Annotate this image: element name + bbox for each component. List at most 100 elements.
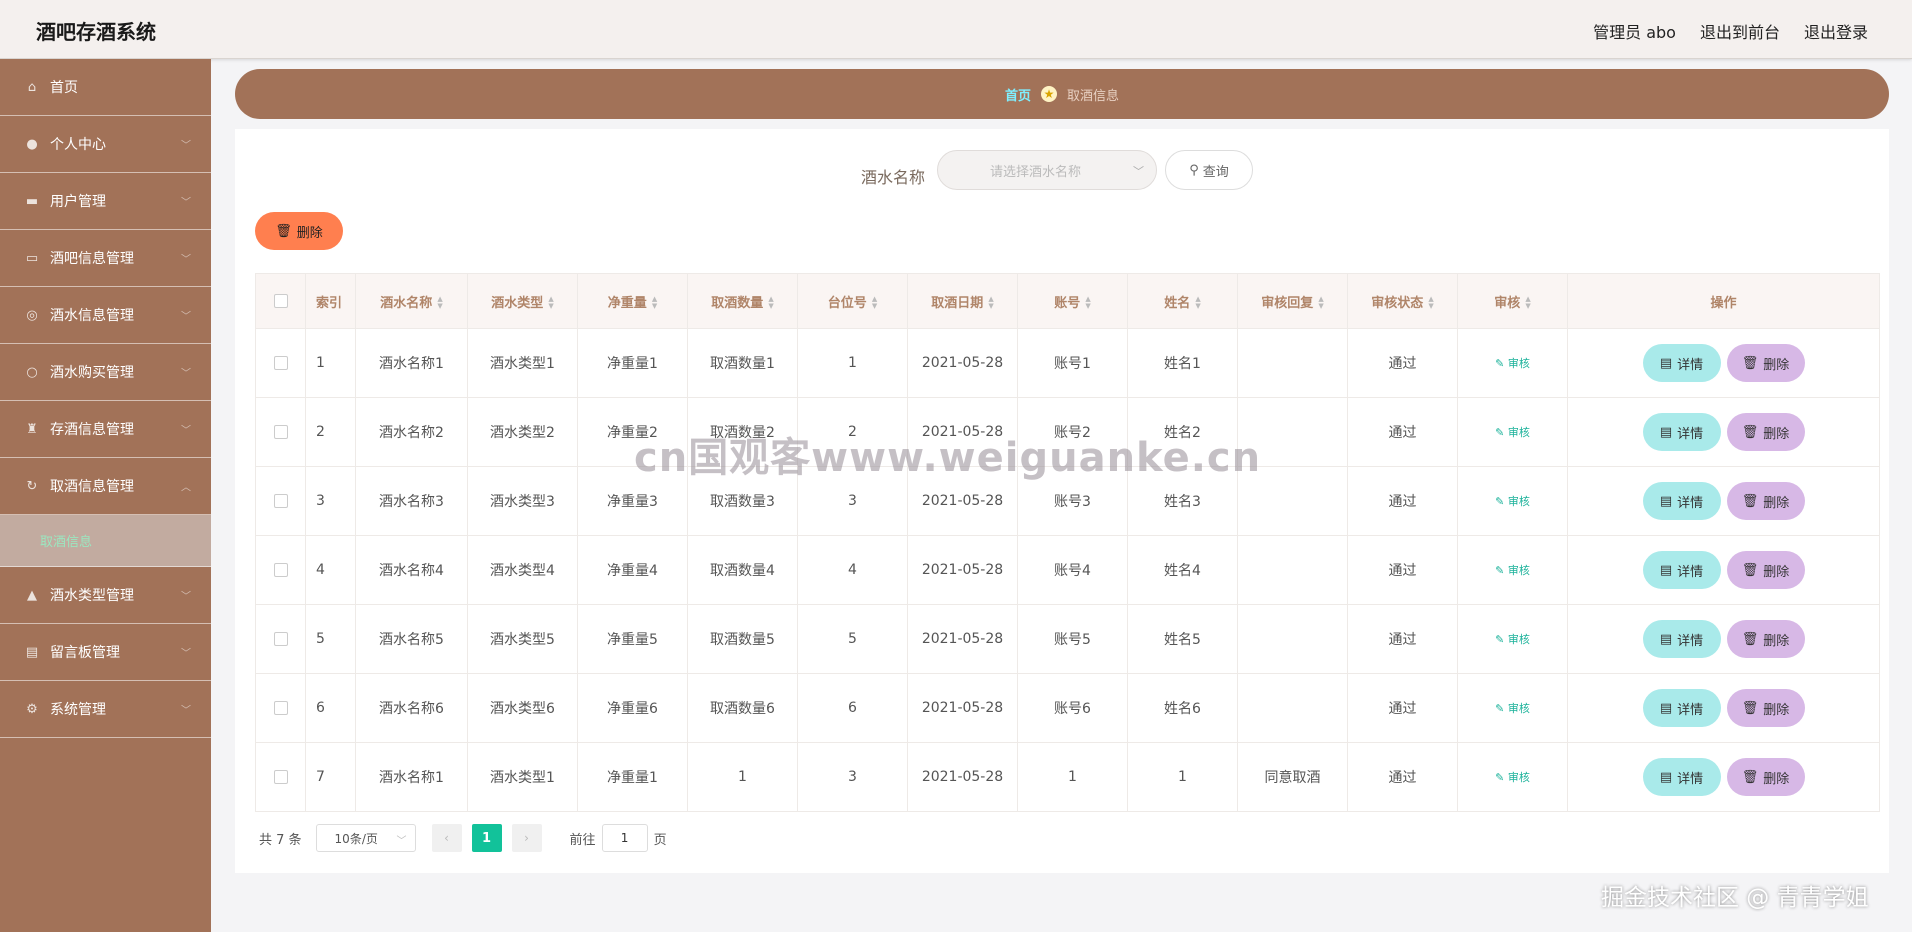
briefcase-icon: ▬ [25,193,39,209]
search-button[interactable]: ⚲ 查询 [1165,150,1253,190]
column-header[interactable]: 净重量 ▲ ▼ [577,273,688,329]
logout-link[interactable]: 退出登录 [1804,19,1868,43]
sidebar-item-message-board[interactable]: ▤ 留言板管理 ﹀ [0,624,211,681]
sidebar-item-label: 酒吧信息管理 [50,251,134,267]
column-header[interactable]: 取酒日期 ▲ ▼ [907,273,1018,329]
detail-button[interactable]: ▤ 详情 [1642,344,1721,382]
cell-audit: ✎ 审核 [1457,604,1568,674]
detail-button[interactable]: ▤ 详情 [1642,758,1721,796]
audit-link[interactable]: ✎ 审核 [1495,426,1530,439]
cell-audit-status: 通过 [1347,604,1458,674]
row-checkbox[interactable] [273,632,288,646]
column-header[interactable]: 酒水名称 ▲ ▼ [355,273,468,329]
detail-button[interactable]: ▤ 详情 [1642,551,1721,589]
column-header: 索引 [305,273,356,329]
column-header[interactable]: 姓名 ▲ ▼ [1127,273,1238,329]
column-header[interactable]: 取酒数量 ▲ ▼ [687,273,798,329]
audit-link[interactable]: ✎ 审核 [1495,702,1530,715]
row-checkbox[interactable] [273,770,288,784]
cell-withdraw-qty: 取酒数量6 [687,673,798,743]
trash-icon: 🗑 [1741,700,1759,716]
audit-link[interactable]: ✎ 审核 [1495,357,1530,370]
detail-button[interactable]: ▤ 详情 [1642,482,1721,520]
admin-label: 管理员 abo [1593,23,1676,42]
cell-net-weight: 净重量4 [577,535,688,605]
row-select-cell [255,604,306,674]
cell-drink-name: 酒水名称2 [355,397,468,467]
row-delete-button[interactable]: 🗑 删除 [1726,551,1805,589]
edit-icon: ✎ [1495,426,1508,439]
detail-button[interactable]: ▤ 详情 [1642,620,1721,658]
cell-actions: ▤ 详情 🗑 删除 [1567,742,1880,812]
audit-link[interactable]: ✎ 审核 [1495,633,1530,646]
prev-page-button[interactable]: ‹ [431,824,462,852]
edit-icon: ✎ [1495,771,1508,784]
row-delete-button[interactable]: 🗑 删除 [1726,413,1805,451]
main-content: 酒水名称 请选择酒水名称 ﹀ ⚲ 查询 🗑 删除 索引 酒水名称 ▲ ▼ 酒水类型 ▲… [235,129,1889,873]
row-delete-button[interactable]: 🗑 删除 [1726,620,1805,658]
cell-index: 5 [305,604,356,674]
audit-link[interactable]: ✎ 审核 [1495,495,1530,508]
document-icon: ▤ [1659,493,1673,509]
page-number-current[interactable]: 1 [471,824,502,852]
drink-name-select[interactable]: 请选择酒水名称 ﹀ [937,150,1157,190]
cell-audit: ✎ 审核 [1457,535,1568,605]
page-size-select[interactable]: 10条/页 ﹀ [315,824,416,852]
sidebar-item-bar-info[interactable]: ▭ 酒吧信息管理 ﹀ [0,230,211,287]
sidebar-item-drink-purchase[interactable]: ○ 酒水购买管理 ﹀ [0,344,211,401]
sidebar-item-label: 首页 [50,80,78,96]
audit-link[interactable]: ✎ 审核 [1495,771,1530,784]
next-page-button[interactable]: › [511,824,542,852]
row-delete-button[interactable]: 🗑 删除 [1726,344,1805,382]
cell-withdraw-qty: 取酒数量4 [687,535,798,605]
sidebar-item-drink-info[interactable]: ◎ 酒水信息管理 ﹀ [0,287,211,344]
table-header-row: 索引 酒水名称 ▲ ▼ 酒水类型 ▲ ▼ 净重量 ▲ ▼ 取酒数量 ▲ ▼ 台位号 ▲ ▼ 取酒日期… [255,273,1880,329]
audit-link[interactable]: ✎ 审核 [1495,564,1530,577]
column-header[interactable]: 账号 ▲ ▼ [1017,273,1128,329]
column-header[interactable]: 台位号 ▲ ▼ [797,273,908,329]
select-all-checkbox[interactable] [273,294,288,308]
sidebar-item-label: 取酒信息管理 [50,479,134,495]
chevron-down-icon: ﹀ [181,368,191,380]
cell-index: 2 [305,397,356,467]
message-icon: ▤ [25,644,39,660]
exit-to-front-link[interactable]: 退出到前台 [1700,19,1780,43]
cell-audit-reply [1237,535,1348,605]
batch-delete-button[interactable]: 🗑 删除 [255,212,343,250]
sidebar-item-home[interactable]: ⌂ 首页 [0,59,211,116]
sort-icon: ▲ ▼ [1428,295,1434,310]
sidebar-subitem-withdraw[interactable]: 取酒信息 [0,515,211,567]
sidebar-item-withdraw-info[interactable]: ↻ 取酒信息管理 ︿ [0,458,211,515]
column-header[interactable]: 酒水类型 ▲ ▼ [467,273,578,329]
cell-drink-type: 酒水类型5 [467,604,578,674]
row-checkbox[interactable] [273,701,288,715]
home-icon: ⌂ [27,79,37,95]
row-delete-button[interactable]: 🗑 删除 [1726,689,1805,727]
breadcrumb-home[interactable]: 首页 [1005,85,1031,104]
sidebar-item-system[interactable]: ⚙ 系统管理 ﹀ [0,681,211,738]
sidebar-item-drink-type[interactable]: ▲ 酒水类型管理 ﹀ [0,567,211,624]
goto-page-input[interactable] [601,824,648,852]
refresh-icon: ↻ [26,478,38,494]
sidebar-item-label: 个人中心 [50,137,106,153]
cell-audit: ✎ 审核 [1457,397,1568,467]
row-checkbox[interactable] [273,425,288,439]
sidebar-item-personal[interactable]: ● 个人中心 ﹀ [0,116,211,173]
column-header[interactable]: 审核状态 ▲ ▼ [1347,273,1458,329]
chevron-down-icon: ﹀ [396,836,407,847]
row-delete-button[interactable]: 🗑 删除 [1726,482,1805,520]
cell-table-no: 6 [797,673,908,743]
top-nav: 管理员 abo 退出到前台 退出登录 [1593,19,1868,43]
detail-button[interactable]: ▤ 详情 [1642,413,1721,451]
column-header[interactable]: 审核回复 ▲ ▼ [1237,273,1348,329]
sidebar-item-users[interactable]: ▬ 用户管理 ﹀ [0,173,211,230]
row-checkbox[interactable] [273,563,288,577]
column-header[interactable]: 审核 ▲ ▼ [1457,273,1568,329]
cell-audit-reply [1237,604,1348,674]
row-checkbox[interactable] [273,356,288,370]
row-delete-button[interactable]: 🗑 删除 [1726,758,1805,796]
sidebar-item-storage-info[interactable]: ♜ 存酒信息管理 ﹀ [0,401,211,458]
detail-button[interactable]: ▤ 详情 [1642,689,1721,727]
row-checkbox[interactable] [273,494,288,508]
cell-drink-type: 酒水类型6 [467,673,578,743]
